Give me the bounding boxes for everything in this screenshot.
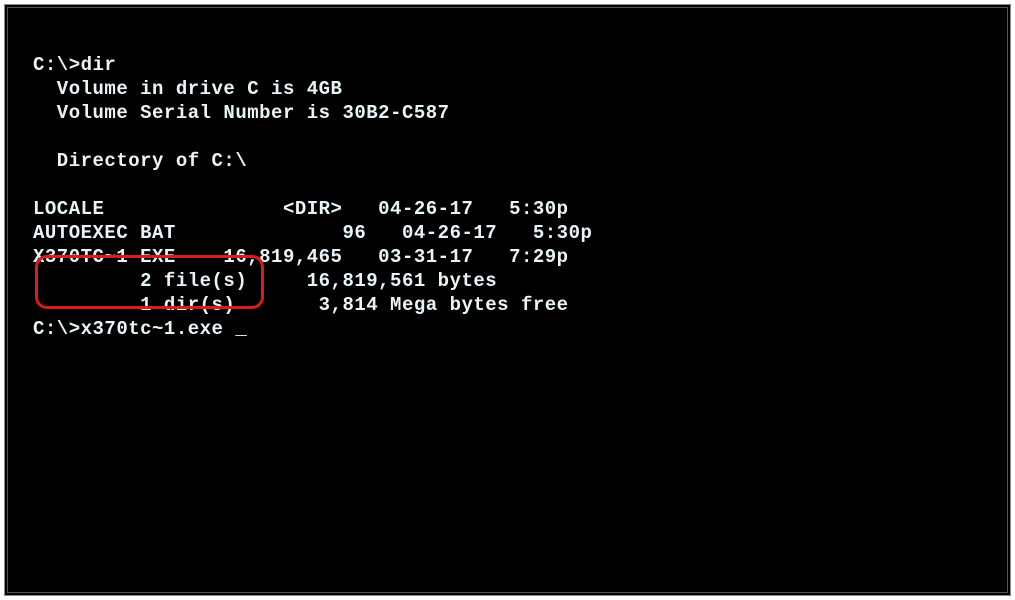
command-dir: dir: [81, 54, 117, 76]
dos-terminal[interactable]: C:\>dir Volume in drive C is 4GB Volume …: [33, 29, 592, 341]
command-input[interactable]: x370tc~1.exe: [81, 318, 236, 340]
directory-header: Directory of C:\: [33, 150, 247, 172]
prompt-line-1: C:\>dir: [33, 54, 116, 76]
serial-info: Volume Serial Number is 30B2-C587: [33, 102, 450, 124]
screenshot-frame: C:\>dir Volume in drive C is 4GB Volume …: [4, 4, 1011, 596]
prompt: C:\>: [33, 318, 81, 340]
prompt-line-2[interactable]: C:\>x370tc~1.exe _: [33, 318, 247, 340]
dir-entry-locale: LOCALE <DIR> 04-26-17 5:30p: [33, 198, 569, 220]
dir-entry-x370tc: X370TC~1 EXE 16,819,465 03-31-17 7:29p: [33, 246, 569, 268]
dir-entry-autoexec: AUTOEXEC BAT 96 04-26-17 5:30p: [33, 222, 592, 244]
cursor: _: [235, 317, 247, 341]
volume-info: Volume in drive C is 4GB: [33, 78, 342, 100]
summary-files: 2 file(s) 16,819,561 bytes: [33, 270, 497, 292]
summary-dirs: 1 dir(s) 3,814 Mega bytes free: [33, 294, 569, 316]
prompt: C:\>: [33, 54, 81, 76]
